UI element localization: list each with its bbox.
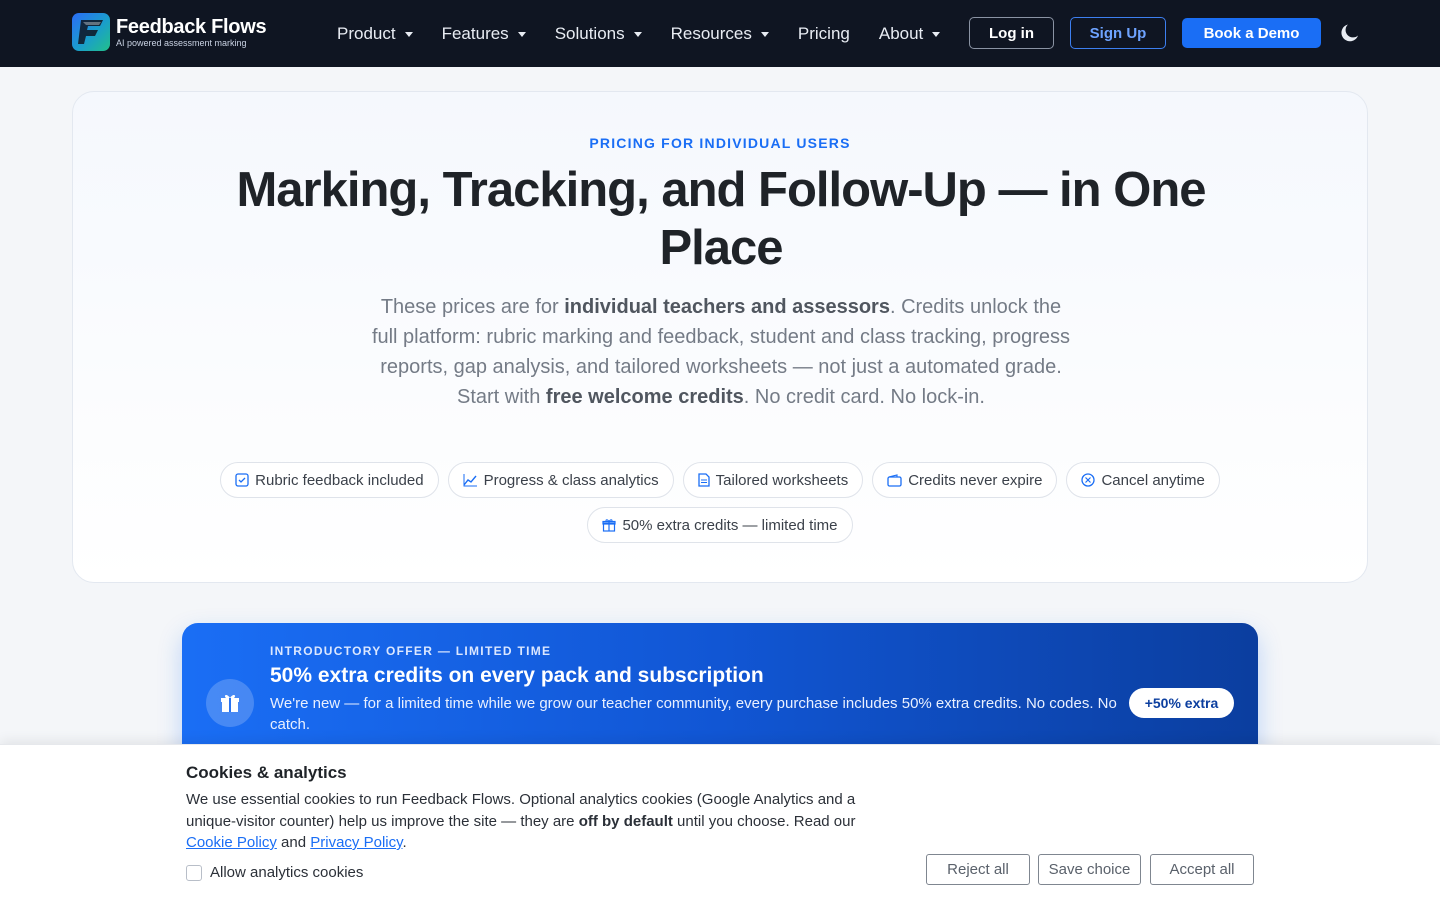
cancel-circle-icon (1081, 473, 1096, 487)
promo-description: We're new — for a limited time while we … (270, 695, 1117, 733)
feature-chips: Rubric feedback included Progress & clas… (73, 462, 1367, 543)
feedback-flows-logo-icon (72, 13, 110, 51)
brand-tagline: AI powered assessment marking (116, 37, 247, 48)
chevron-down-icon (517, 31, 526, 37)
brand-name: Feedback Flows (116, 15, 267, 38)
chip-label: Rubric feedback included (255, 471, 424, 489)
chevron-down-icon (633, 31, 642, 37)
desc-text: . No credit card. No lock-in. (743, 386, 985, 408)
chip-label: Credits never expire (908, 471, 1043, 489)
extra-credits-badge: +50% extra (1129, 688, 1234, 718)
cookie-consent-banner: Cookies & analytics We use essential coo… (0, 744, 1440, 900)
chip-label: Tailored worksheets (715, 471, 849, 489)
chip-cancel-anytime: Cancel anytime (1066, 462, 1220, 498)
pricing-hero: PRICING FOR INDIVIDUAL USERS Marking, Tr… (72, 91, 1368, 583)
wallet-icon (887, 473, 902, 487)
nav-solutions[interactable]: Solutions (555, 24, 642, 44)
chip-rubric-feedback: Rubric feedback included (220, 462, 439, 498)
signup-button[interactable]: Sign Up (1070, 17, 1166, 49)
privacy-policy-link[interactable]: Privacy Policy (310, 834, 402, 851)
nav-label: About (878, 23, 924, 43)
document-icon (698, 473, 710, 487)
cookie-text: until you choose. Read our (672, 812, 856, 830)
nav-label: Features (441, 23, 509, 43)
nav-pricing[interactable]: Pricing (798, 24, 850, 44)
login-button[interactable]: Log in (969, 17, 1054, 49)
cookie-title: Cookies & analytics (186, 763, 347, 782)
chip-worksheets: Tailored worksheets (682, 462, 864, 498)
chip-label: Progress & class analytics (483, 471, 659, 489)
nav-product[interactable]: Product (337, 24, 413, 44)
moon-icon[interactable] (1338, 21, 1362, 45)
book-demo-button[interactable]: Book a Demo (1182, 18, 1321, 48)
analytics-checkbox[interactable] (186, 864, 202, 881)
chip-label: 50% extra credits — limited time (622, 516, 838, 534)
chevron-down-icon (404, 31, 413, 37)
chip-label: Cancel anytime (1101, 471, 1205, 489)
top-navbar: Feedback Flows AI powered assessment mar… (0, 0, 1440, 67)
hero-eyebrow: PRICING FOR INDIVIDUAL USERS (589, 135, 851, 151)
save-choice-button[interactable]: Save choice (1038, 854, 1141, 885)
nav-features[interactable]: Features (442, 24, 526, 44)
cookie-description: We use essential cookies to run Feedback… (186, 789, 886, 854)
chip-extra-credits: 50% extra credits — limited time (587, 507, 853, 543)
nav-about[interactable]: About (878, 23, 941, 44)
chip-analytics: Progress & class analytics (447, 462, 674, 498)
nav-label: Resources (670, 23, 752, 43)
accept-all-button[interactable]: Accept all (1150, 854, 1254, 885)
gift-icon (602, 519, 617, 532)
nav-label: Product (337, 23, 396, 43)
hero-description: These prices are for individual teachers… (370, 292, 1072, 412)
chevron-down-icon (932, 31, 941, 37)
cookie-policy-link[interactable]: Cookie Policy (186, 834, 277, 851)
nav-label: Pricing (797, 23, 850, 43)
cookie-text: . (402, 834, 407, 851)
checklist-icon (235, 473, 249, 487)
cookie-text: and (276, 834, 311, 851)
trend-chart-icon (463, 474, 477, 487)
chip-credits-never-expire: Credits never expire (872, 462, 1058, 498)
desc-bold: free welcome credits (545, 386, 744, 408)
gift-icon (206, 679, 254, 727)
desc-bold: individual teachers and assessors (564, 296, 890, 318)
analytics-checkbox-label: Allow analytics cookies (210, 864, 364, 881)
brand-logo-link[interactable]: Feedback Flows AI powered assessment mar… (72, 13, 267, 51)
main-nav: Product Features Solutions Resources Pri… (337, 0, 969, 67)
cookie-text-bold: off by default (578, 812, 673, 830)
analytics-cookies-toggle[interactable]: Allow analytics cookies (186, 864, 363, 881)
chevron-down-icon (760, 31, 769, 37)
reject-all-button[interactable]: Reject all (926, 854, 1030, 885)
intro-offer-banner: INTRODUCTORY OFFER — LIMITED TIME 50% ex… (182, 623, 1258, 763)
promo-title: 50% extra credits on every pack and subs… (270, 664, 764, 687)
nav-label: Solutions (554, 23, 625, 43)
promo-eyebrow: INTRODUCTORY OFFER — LIMITED TIME (270, 644, 552, 658)
page-title: Marking, Tracking, and Follow-Up — in On… (236, 163, 1206, 275)
nav-resources[interactable]: Resources (671, 24, 769, 44)
desc-text: These prices are for (380, 296, 565, 318)
